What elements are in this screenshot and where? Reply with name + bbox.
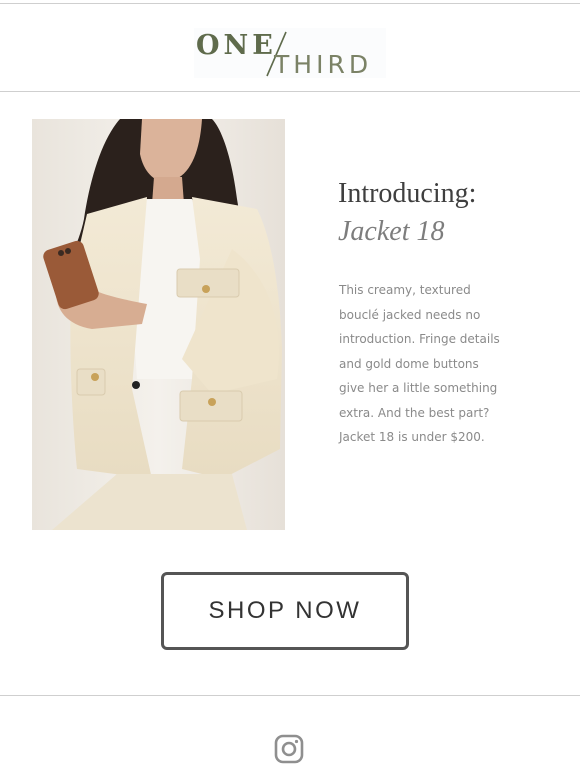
brand-logo[interactable]: ONE THIRD <box>194 28 386 79</box>
logo-word-third: THIRD <box>274 50 373 79</box>
hero-photo <box>32 119 285 530</box>
description-line: bouclé jacked needs no <box>339 307 481 322</box>
description-line: give her a little something <box>339 381 498 395</box>
intro-heading: Introducing: <box>338 178 477 209</box>
footer-divider <box>0 695 580 696</box>
description-line: introduction. Fringe details <box>339 332 500 346</box>
instagram-icon[interactable] <box>274 734 304 764</box>
header-divider <box>0 91 580 92</box>
hero-image[interactable] <box>32 119 285 530</box>
shop-now-button[interactable]: SHOP NOW <box>161 572 409 650</box>
product-name: Jacket 18 <box>338 216 445 247</box>
description-line: Jacket 18 is under $200. <box>339 430 485 444</box>
top-divider <box>0 3 580 4</box>
description-line: This creamy, textured <box>339 283 471 297</box>
description-line: and gold dome buttons <box>339 356 479 371</box>
product-description: This creamy, textured bouclé jacked need… <box>339 278 500 450</box>
description-line: extra. And the best part? <box>339 405 490 420</box>
